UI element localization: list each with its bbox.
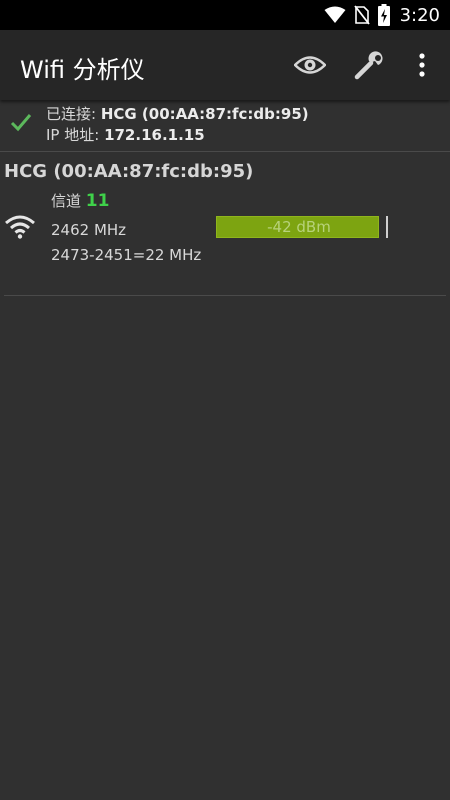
app-title: Wifi 分析仪 xyxy=(20,56,145,84)
app-bar: Wifi 分析仪 xyxy=(0,30,450,100)
network-title: HCG (00:AA:87:fc:db:95) xyxy=(4,161,254,182)
frequency-range: 2473-2451=22 MHz xyxy=(51,246,202,264)
connection-info: 已连接: HCG (00:AA:87:fc:db:95) IP 地址: 172.… xyxy=(0,100,450,150)
wifi-signal-icon xyxy=(5,215,35,239)
more-vert-icon xyxy=(419,53,425,77)
no-sim-icon xyxy=(353,5,370,25)
more-options-button[interactable] xyxy=(404,47,440,83)
screen: 3:20 Wifi 分析仪 已连接: HCG (00:AA:87:fc:db:9… xyxy=(0,0,450,800)
channel-number: 11 xyxy=(85,191,110,211)
signal-strength-text: -42 dBm xyxy=(267,218,331,236)
battery-charging-icon xyxy=(377,4,390,26)
eye-icon xyxy=(294,56,326,74)
view-button[interactable] xyxy=(292,47,328,83)
channel-label: 信道 xyxy=(51,192,86,210)
status-bar: 3:20 xyxy=(0,0,450,30)
ip-value: 172.16.1.15 xyxy=(104,126,205,144)
connected-status: 已连接: HCG (00:AA:87:fc:db:95) xyxy=(46,103,309,124)
network-list-item[interactable]: HCG (00:AA:87:fc:db:95) 信道 11 2462 MHz 2… xyxy=(0,152,450,296)
status-icons: 3:20 xyxy=(324,0,440,30)
connected-label: 已连接: xyxy=(46,105,101,123)
ip-address: IP 地址: 172.16.1.15 xyxy=(46,124,205,145)
divider xyxy=(4,295,446,296)
check-icon xyxy=(10,114,32,132)
wifi-icon xyxy=(324,6,346,23)
ip-label: IP 地址: xyxy=(46,126,105,144)
connected-value: HCG (00:AA:87:fc:db:95) xyxy=(100,105,309,123)
settings-button[interactable] xyxy=(352,47,388,83)
signal-strength-bar: -42 dBm xyxy=(216,216,388,238)
wrench-icon xyxy=(354,51,383,80)
frequency: 2462 MHz xyxy=(51,221,127,239)
channel-info: 信道 11 xyxy=(51,190,109,211)
status-time: 3:20 xyxy=(399,4,440,26)
